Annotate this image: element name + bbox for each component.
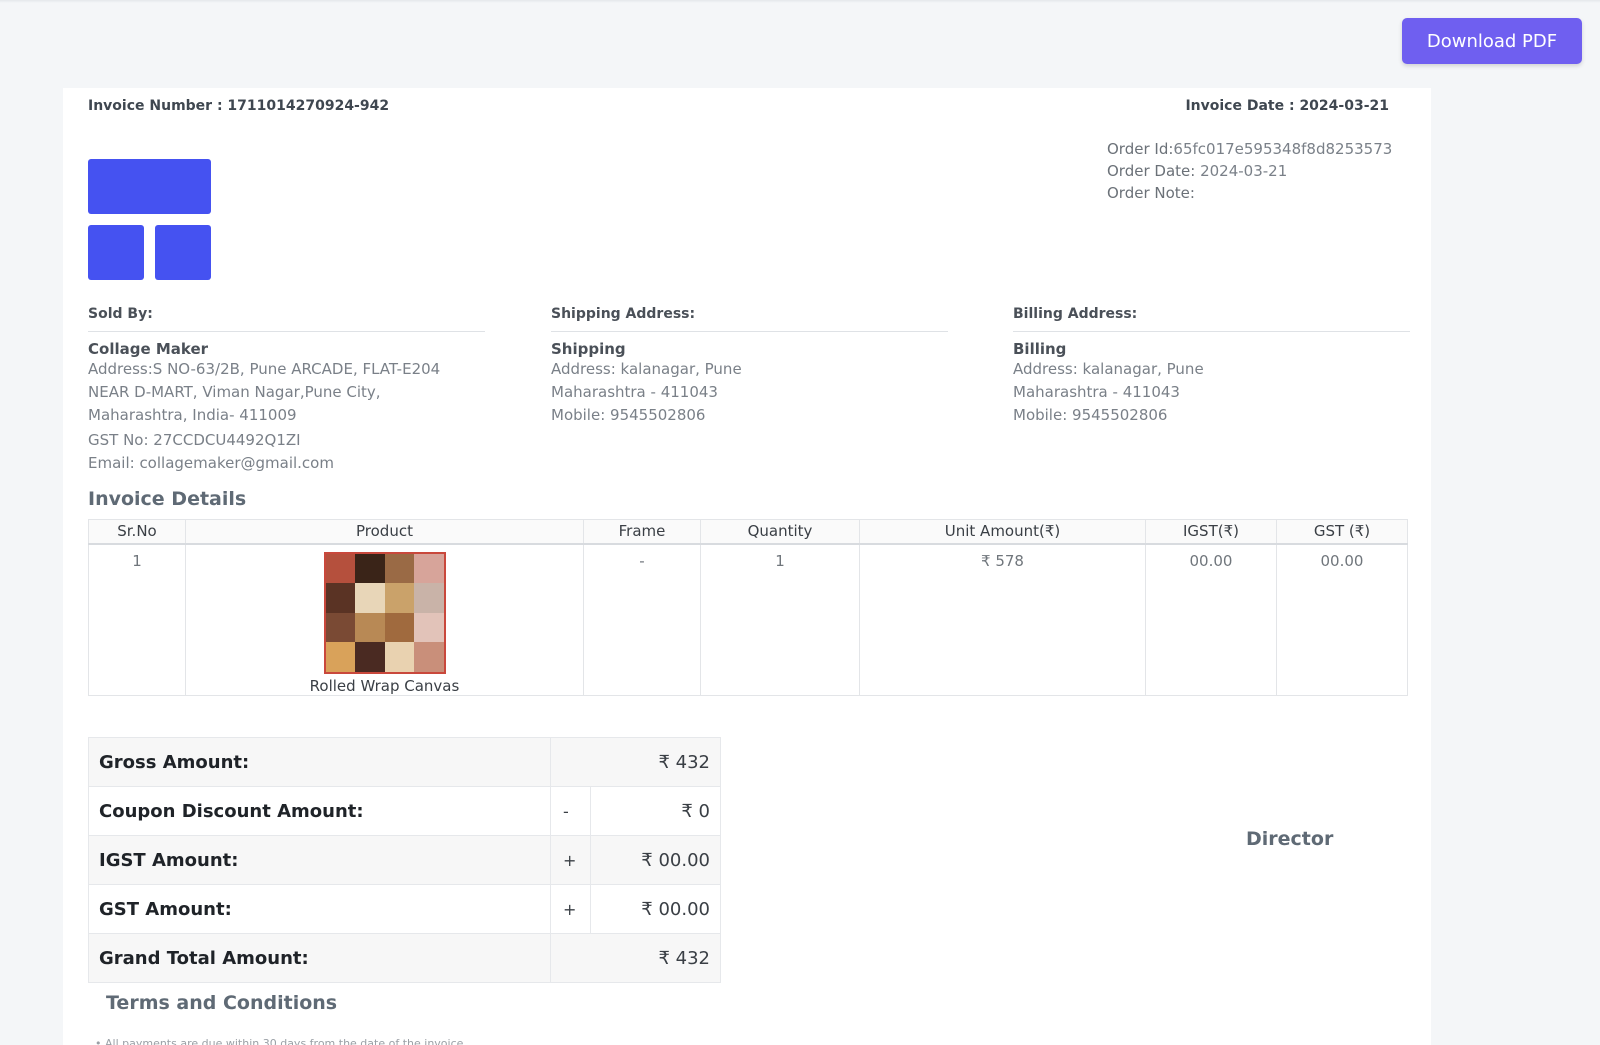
order-info: Order Id:65fc017e595348f8d8253573 Order … <box>1107 138 1392 204</box>
cell-frame: - <box>583 543 701 696</box>
invoice-date: Invoice Date : 2024-03-21 <box>1185 98 1389 114</box>
order-id-value: 65fc017e595348f8d8253573 <box>1173 140 1393 158</box>
billing-state: Maharashtra - 411043 <box>1013 383 1180 401</box>
billing-heading: Billing Address: <box>1013 306 1410 332</box>
order-note-key: Order Note: <box>1107 184 1195 202</box>
terms-line: • All payments are due within 30 days fr… <box>95 1037 467 1045</box>
cell-product: Rolled Wrap Canvas <box>185 543 584 696</box>
shipping-name: Shipping <box>551 340 626 358</box>
order-date-line: Order Date: 2024-03-21 <box>1107 160 1392 182</box>
order-id-line: Order Id:65fc017e595348f8d8253573 <box>1107 138 1392 160</box>
billing-name: Billing <box>1013 340 1067 358</box>
product-name: Rolled Wrap Canvas <box>309 676 460 695</box>
cell-igst: 00.00 <box>1145 543 1277 696</box>
shipping-section: Shipping Address: Shipping Address: kala… <box>551 306 948 427</box>
logo-block-top <box>88 159 211 214</box>
logo-block-right <box>155 225 211 280</box>
invoice-details-title: Invoice Details <box>88 488 247 510</box>
shipping-heading: Shipping Address: <box>551 306 948 332</box>
cell-gst: 00.00 <box>1276 543 1408 696</box>
shipping-state: Maharashtra - 411043 <box>551 383 718 401</box>
col-header-srno: Sr.No <box>88 519 186 545</box>
sold-by-section: Sold By: Collage Maker Address:S NO-63/2… <box>88 306 485 475</box>
seller-address-line3: Maharashtra, India- 411009 <box>88 406 297 424</box>
cell-unit-amount: ₹ 578 <box>859 543 1146 696</box>
col-header-gst: GST (₹) <box>1276 519 1408 545</box>
gst-row: GST Amount: + ₹ 00.00 <box>88 884 721 934</box>
billing-address: Address: kalanagar, Pune <box>1013 360 1204 378</box>
cell-quantity: 1 <box>700 543 860 696</box>
shipping-mobile: Mobile: 9545502806 <box>551 406 706 424</box>
col-header-product: Product <box>185 519 584 545</box>
grand-total-row: Grand Total Amount: ₹ 432 <box>88 933 721 983</box>
gst-label: GST Amount: <box>88 884 551 934</box>
col-header-unit-amount: Unit Amount(₹) <box>859 519 1146 545</box>
totals-table: Gross Amount: ₹ 432 Coupon Discount Amou… <box>88 737 721 983</box>
igst-value: ₹ 00.00 <box>590 835 721 885</box>
coupon-row: Coupon Discount Amount: - ₹ 0 <box>88 786 721 836</box>
grand-total-label: Grand Total Amount: <box>88 933 551 983</box>
sold-by-heading: Sold By: <box>88 306 485 332</box>
igst-sign: + <box>550 835 591 885</box>
gst-value: ₹ 00.00 <box>590 884 721 934</box>
logo-block-left <box>88 225 144 280</box>
invoice-number: Invoice Number : 1711014270924-942 <box>88 98 390 114</box>
seller-address-line1: Address:S NO-63/2B, Pune ARCADE, FLAT-E2… <box>88 360 441 378</box>
product-collage-image[interactable] <box>323 551 446 674</box>
coupon-value: ₹ 0 <box>590 786 721 836</box>
table-header-row: Sr.No Product Frame Quantity Unit Amount… <box>88 519 1408 545</box>
col-header-igst: IGST(₹) <box>1145 519 1277 545</box>
seller-email: Email: collagemaker@gmail.com <box>88 454 334 472</box>
order-id-key: Order Id: <box>1107 140 1174 158</box>
gross-label: Gross Amount: <box>88 737 551 787</box>
igst-label: IGST Amount: <box>88 835 551 885</box>
seller-gst: GST No: 27CCDCU4492Q1ZI <box>88 431 301 449</box>
gross-row: Gross Amount: ₹ 432 <box>88 737 721 787</box>
gst-sign: + <box>550 884 591 934</box>
shipping-address: Address: kalanagar, Pune <box>551 360 742 378</box>
billing-mobile: Mobile: 9545502806 <box>1013 406 1168 424</box>
coupon-sign: - <box>550 786 591 836</box>
table-row: 1 Rolled Wrap Canvas - 1 ₹ 578 00.00 00.… <box>88 543 1408 696</box>
signature-label: Director <box>1246 828 1334 850</box>
terms-title: Terms and Conditions <box>106 992 338 1014</box>
grand-total-value: ₹ 432 <box>550 933 721 983</box>
igst-row: IGST Amount: + ₹ 00.00 <box>88 835 721 885</box>
col-header-frame: Frame <box>583 519 701 545</box>
coupon-label: Coupon Discount Amount: <box>88 786 551 836</box>
invoice-items-table: Sr.No Product Frame Quantity Unit Amount… <box>88 519 1408 696</box>
order-note-line: Order Note: <box>1107 182 1392 204</box>
top-shadow <box>0 0 1600 3</box>
order-date-value: 2024-03-21 <box>1195 162 1288 180</box>
invoice-sheet: Invoice Number : 1711014270924-942 Invoi… <box>63 88 1431 1045</box>
order-date-key: Order Date: <box>1107 162 1196 180</box>
seller-address-line2: NEAR D-MART, Viman Nagar,Pune City, <box>88 383 381 401</box>
billing-section: Billing Address: Billing Address: kalana… <box>1013 306 1410 427</box>
seller-name: Collage Maker <box>88 340 209 358</box>
cell-srno: 1 <box>88 543 186 696</box>
col-header-quantity: Quantity <box>700 519 860 545</box>
download-pdf-button[interactable]: Download PDF <box>1402 18 1582 64</box>
gross-value: ₹ 432 <box>550 737 721 787</box>
